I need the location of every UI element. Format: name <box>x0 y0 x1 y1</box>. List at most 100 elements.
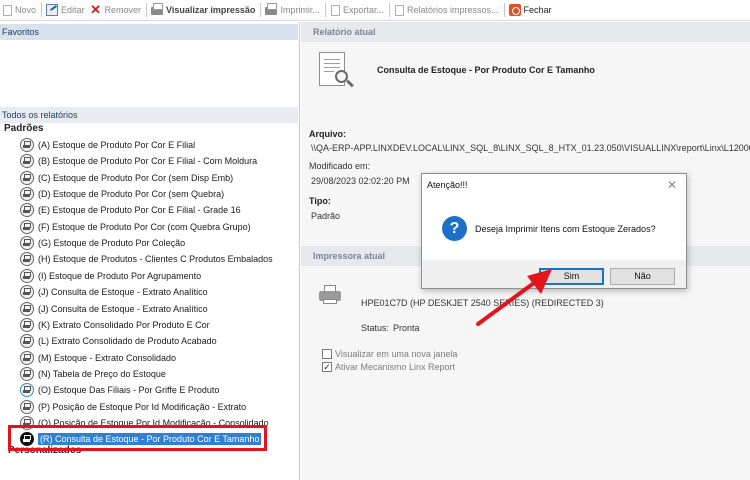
relatorios-impressos-button[interactable]: Relatórios impressos... <box>392 0 502 21</box>
favoritos-header: Favoritos <box>0 24 298 40</box>
highlight-annotation-box <box>8 425 267 451</box>
status-value: Pronta <box>393 323 420 333</box>
exportar-button[interactable]: Exportar... <box>328 0 387 21</box>
report-item-label: (D) Estoque de Produto Por Cor (sem Queb… <box>38 189 225 200</box>
report-icon <box>20 268 34 283</box>
report-item[interactable]: (O) Estoque Das Filiais - Por Griffe E P… <box>20 382 219 398</box>
imprimir-button[interactable]: Imprimir... <box>263 0 323 21</box>
editar-button[interactable]: Editar <box>44 0 88 21</box>
report-document-icon <box>315 50 355 92</box>
report-icon <box>20 350 34 365</box>
checkbox-checked[interactable]: ✓ <box>322 362 332 372</box>
novo-button[interactable]: Novo <box>0 0 39 21</box>
report-icon <box>20 252 34 267</box>
report-icon <box>20 203 34 218</box>
toolbar-separator <box>388 3 390 17</box>
report-icon <box>20 383 34 398</box>
report-item[interactable]: (H) Estoque de Produtos - Clientes C Pro… <box>20 251 273 267</box>
report-icon <box>20 399 34 414</box>
dialog-close-icon[interactable]: ✕ <box>665 178 679 192</box>
report-icon <box>20 366 34 381</box>
report-item-label: (B) Estoque de Produto Por Cor E Filial … <box>38 156 258 167</box>
report-item[interactable]: (E) Estoque de Produto Por Cor E Filial … <box>20 202 241 218</box>
arrow-head <box>527 269 552 294</box>
modificado-label: Modificado em: <box>309 161 371 171</box>
printer-icon <box>265 3 278 15</box>
report-item-label: (K) Extrato Consolidado Por Produto E Co… <box>38 319 210 330</box>
report-item-label: (N) Tabela de Preço do Estoque <box>38 368 166 379</box>
report-icon <box>20 236 34 251</box>
report-item[interactable]: (D) Estoque de Produto Por Cor (sem Queb… <box>20 186 224 202</box>
report-icon <box>20 334 34 349</box>
report-item[interactable]: (A) Estoque de Produto Por Cor E Filial <box>20 137 195 153</box>
report-icon <box>20 187 34 202</box>
report-item[interactable]: (I) Estoque de Produto Por Agrupamento <box>20 268 201 284</box>
toolbar-separator <box>260 3 262 17</box>
report-item[interactable]: (F) Estoque de Produto Por Cor (com Queb… <box>20 219 251 235</box>
report-item-label: (F) Estoque de Produto Por Cor (com Queb… <box>38 221 251 232</box>
report-item-label: (O) Estoque Das Filiais - Por Griffe E P… <box>38 385 220 396</box>
toolbar-separator <box>324 3 326 17</box>
report-item[interactable]: (G) Estoque de Produto Por Coleção <box>20 235 185 251</box>
edit-icon <box>46 4 59 16</box>
report-icon <box>20 301 34 316</box>
report-item-label: (L) Extrato Consolidado de Produto Acaba… <box>38 336 217 347</box>
nao-button[interactable]: Não <box>610 268 675 285</box>
arquivo-label: Arquivo: <box>309 129 346 139</box>
report-item[interactable]: (N) Tabela de Preço do Estoque <box>20 366 166 382</box>
ativar-mecanismo-checkbox[interactable]: ✓ Ativar Mecanismo Linx Report <box>322 362 455 372</box>
report-item-label: (A) Estoque de Produto Por Cor E Filial <box>38 140 196 150</box>
report-icon <box>20 317 34 332</box>
report-item[interactable]: (L) Extrato Consolidado de Produto Acaba… <box>20 333 217 349</box>
report-item-label: (E) Estoque de Produto Por Cor E Filial … <box>38 205 241 216</box>
toolbar: Novo Editar ✕ Remover Visualizar impress… <box>0 0 750 21</box>
report-item[interactable]: (C) Estoque de Produto Por Cor (sem Disp… <box>20 170 233 186</box>
red-arrow-annotation <box>476 269 552 326</box>
new-document-icon <box>3 4 12 16</box>
print-preview-icon <box>151 3 164 15</box>
group-padroes[interactable]: Padrões <box>4 123 43 134</box>
modificado-value: 29/08/2023 02:02:20 PM <box>311 176 410 186</box>
report-item-label: (H) Estoque de Produtos - Clientes C Pro… <box>38 254 273 265</box>
report-icon <box>20 285 34 300</box>
report-item-label: (M) Estoque - Extrato Consolidado <box>38 352 177 363</box>
fechar-button[interactable]: Fechar <box>507 0 555 21</box>
export-icon <box>330 4 340 16</box>
printer-icon <box>319 285 341 305</box>
arrow-shaft <box>476 278 540 326</box>
report-item[interactable]: (M) Estoque - Extrato Consolidado <box>20 350 176 366</box>
report-item-label: (J) Consulta de Estoque - Extrato Analít… <box>38 287 208 298</box>
report-item[interactable]: (J) Consulta de Estoque - Extrato Analít… <box>20 301 208 317</box>
report-item-label: (G) Estoque de Produto Por Coleção <box>38 238 186 249</box>
report-item-label: (I) Estoque de Produto Por Agrupamento <box>38 270 202 281</box>
report-icon <box>20 138 34 152</box>
report-item[interactable]: (K) Extrato Consolidado Por Produto E Co… <box>20 317 210 333</box>
report-item[interactable]: (J) Consulta de Estoque - Extrato Analít… <box>20 284 208 300</box>
report-icon <box>20 154 34 169</box>
remover-button[interactable]: ✕ Remover <box>88 0 145 21</box>
dialog-title: Atenção!!! <box>427 180 468 190</box>
reports-pane: Favoritos Todos os relatórios Padrões Pe… <box>0 22 300 480</box>
report-item-label: (J) Consulta de Estoque - Extrato Analít… <box>38 303 208 314</box>
report-item[interactable]: (B) Estoque de Produto Por Cor E Filial … <box>20 153 257 169</box>
arquivo-path: \\QA-ERP-APP.LINXDEV.LOCAL\LINX_SQL_8\LI… <box>311 143 750 153</box>
toolbar-separator <box>146 3 148 17</box>
report-icon <box>20 219 34 234</box>
remove-x-icon: ✕ <box>90 2 101 17</box>
report-item-label: (C) Estoque de Produto Por Cor (sem Disp… <box>38 172 234 183</box>
tipo-value: Padrão <box>311 211 341 221</box>
checkbox-unchecked[interactable] <box>322 349 332 359</box>
dialog-message: Deseja Imprimir Itens com Estoque Zerado… <box>475 224 656 234</box>
toolbar-separator <box>503 3 505 17</box>
report-item-label: (P) Posição de Estoque Por Id Modificaçã… <box>38 401 247 412</box>
printed-reports-icon <box>394 4 404 16</box>
todos-relatorios-header: Todos os relatórios <box>0 107 298 123</box>
visualizar-nova-janela-checkbox[interactable]: Visualizar em uma nova janela <box>322 349 457 359</box>
tipo-label: Tipo: <box>309 196 331 206</box>
relatorio-atual-header: Relatório atual <box>301 22 750 42</box>
question-icon: ? <box>442 216 467 241</box>
report-title: Consulta de Estoque - Por Produto Cor E … <box>377 65 595 75</box>
visualizar-impressao-button[interactable]: Visualizar impressão <box>149 0 258 21</box>
status-label: Status: <box>361 323 390 333</box>
report-item[interactable]: (P) Posição de Estoque Por Id Modificaçã… <box>20 399 246 415</box>
